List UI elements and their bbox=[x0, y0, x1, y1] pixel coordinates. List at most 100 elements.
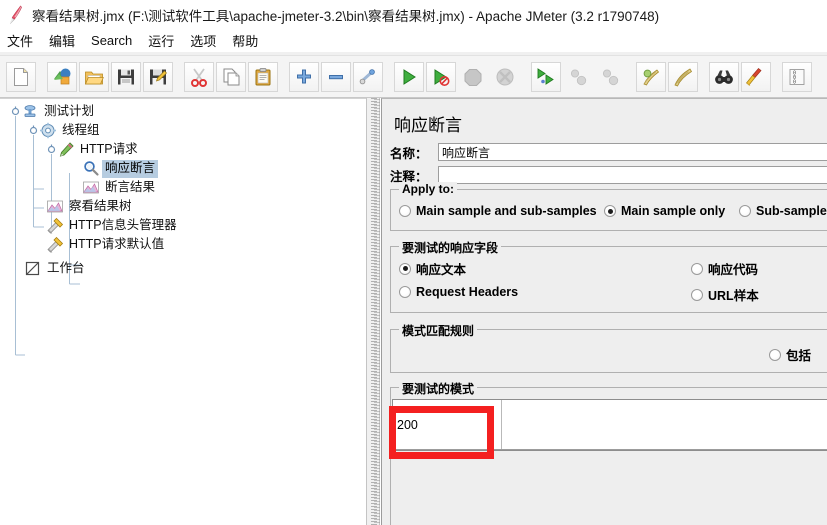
radio-button-icon[interactable] bbox=[739, 205, 751, 217]
toolbar-cut[interactable] bbox=[184, 61, 214, 92]
toolbar-new[interactable] bbox=[6, 61, 36, 92]
tree-label: 响应断言 bbox=[102, 159, 159, 178]
tree-node-assertion-results[interactable]: 断言结果 bbox=[0, 178, 366, 197]
remote-stop-icon bbox=[568, 67, 588, 87]
radio-button-icon[interactable] bbox=[399, 262, 411, 275]
toolbar-start-no-timers[interactable] bbox=[426, 61, 456, 92]
radio-button-icon[interactable] bbox=[604, 205, 616, 217]
templates-icon bbox=[52, 67, 72, 87]
apply-to-group-title: Apply to: bbox=[399, 182, 457, 196]
radio-button-icon[interactable] bbox=[691, 262, 703, 275]
tree-node-workbench[interactable]: 工作台 bbox=[0, 259, 366, 278]
toolbar-open[interactable] bbox=[79, 61, 109, 92]
pattern-rules-groupbox: 模式匹配规则 包括 bbox=[390, 322, 827, 373]
toolbar-clear[interactable] bbox=[636, 61, 666, 92]
toolbar-search[interactable] bbox=[709, 61, 739, 92]
menu-file[interactable]: 文件 bbox=[0, 30, 41, 52]
radio-url-sample[interactable]: URL样本 bbox=[691, 285, 759, 304]
menu-edit[interactable]: 编辑 bbox=[41, 30, 83, 52]
name-input[interactable]: 响应断言 bbox=[438, 143, 827, 161]
table-row-separator bbox=[393, 449, 827, 450]
toolbar-toggle[interactable] bbox=[353, 61, 383, 92]
toolbar-clear-all[interactable] bbox=[668, 61, 698, 92]
tree-node-http-header-manager[interactable]: HTTP信息头管理器 bbox=[0, 216, 366, 235]
tree-label: HTTP请求默认值 bbox=[69, 236, 165, 251]
menu-search[interactable]: Search bbox=[83, 32, 140, 50]
toolbar-save[interactable] bbox=[111, 61, 141, 92]
menu-run[interactable]: 运行 bbox=[140, 30, 182, 52]
search-binoculars-icon bbox=[714, 67, 734, 87]
toolbar-copy[interactable] bbox=[216, 61, 246, 92]
toolbar-remote-shutdown bbox=[595, 62, 625, 92]
tree-label: 线程组 bbox=[62, 122, 100, 137]
radio-label: 包括 bbox=[786, 349, 812, 363]
radio-main-only[interactable]: Main sample only bbox=[604, 204, 725, 218]
test-plan-tree-panel[interactable]: 测试计划 线程组 HTTP请求 响应断言 断言结果 察看结果树 HTTP信息头管… bbox=[0, 98, 366, 525]
page-title: 响应断言 bbox=[394, 116, 462, 135]
save-as-icon bbox=[148, 67, 168, 87]
clear-icon bbox=[641, 67, 661, 87]
radio-main-and-sub[interactable]: Main sample and sub-samples bbox=[399, 204, 597, 218]
remote-start-icon bbox=[536, 67, 556, 87]
header-manager-icon bbox=[46, 217, 64, 234]
svg-text:0: 0 bbox=[793, 79, 796, 85]
toggle-icon bbox=[358, 67, 378, 87]
toolbar-remote-start-all[interactable] bbox=[531, 61, 561, 92]
menu-options[interactable]: 选项 bbox=[182, 30, 224, 52]
test-plan-tree[interactable]: 测试计划 线程组 HTTP请求 响应断言 断言结果 察看结果树 HTTP信息头管… bbox=[0, 102, 366, 278]
start-play-icon bbox=[399, 67, 419, 87]
main-split-pane: 测试计划 线程组 HTTP请求 响应断言 断言结果 察看结果树 HTTP信息头管… bbox=[0, 98, 827, 525]
toolbar-separator bbox=[772, 62, 781, 92]
comment-input[interactable] bbox=[438, 166, 827, 184]
expand-handle-icon[interactable] bbox=[28, 125, 39, 136]
tree-label: 察看结果树 bbox=[69, 198, 132, 213]
toolbar-start[interactable] bbox=[394, 61, 424, 92]
toolbar-collapse-all[interactable] bbox=[321, 61, 351, 92]
toolbar-expand-all[interactable] bbox=[289, 61, 319, 92]
radio-contains[interactable]: 包括 bbox=[769, 345, 811, 364]
radio-label: 响应代码 bbox=[708, 263, 759, 277]
tree-label: 工作台 bbox=[47, 260, 85, 275]
radio-label: URL样本 bbox=[708, 289, 759, 303]
toolbar-separator bbox=[279, 62, 288, 92]
expand-handle-icon[interactable] bbox=[46, 144, 57, 155]
toolbar-separator bbox=[699, 62, 708, 92]
radio-sub-samples[interactable]: Sub-samples bbox=[739, 204, 827, 218]
assertion-icon bbox=[82, 160, 100, 177]
radio-button-icon[interactable] bbox=[399, 286, 411, 298]
tree-node-view-results-tree[interactable]: 察看结果树 bbox=[0, 197, 366, 216]
patterns-to-test-cell[interactable]: 200 bbox=[393, 400, 501, 450]
radio-response-text[interactable]: 响应文本 bbox=[399, 259, 466, 278]
open-folder-icon bbox=[84, 67, 104, 87]
name-field-row: 名称： 响应断言 bbox=[390, 142, 827, 162]
toolbar-function-helper[interactable]: 0 0 0 bbox=[782, 61, 812, 92]
radio-button-icon[interactable] bbox=[399, 205, 411, 217]
toolbar-paste[interactable] bbox=[248, 61, 278, 92]
table-column-divider[interactable] bbox=[501, 400, 502, 450]
new-document-icon bbox=[11, 67, 31, 87]
tree-node-thread-group[interactable]: 线程组 bbox=[0, 121, 366, 140]
tree-node-response-assertion[interactable]: 响应断言 bbox=[0, 159, 366, 178]
toolbar-templates[interactable] bbox=[47, 61, 77, 92]
radio-label: Main sample and sub-samples bbox=[416, 204, 597, 218]
menu-help[interactable]: 帮助 bbox=[224, 30, 266, 52]
radio-button-icon[interactable] bbox=[769, 348, 781, 361]
tree-node-http-request[interactable]: HTTP请求 bbox=[0, 140, 366, 159]
tree-label: 断言结果 bbox=[105, 179, 156, 194]
stop-icon bbox=[463, 67, 483, 87]
split-pane-divider[interactable] bbox=[366, 98, 380, 525]
jmeter-feather-icon bbox=[6, 4, 26, 26]
expand-handle-icon[interactable] bbox=[10, 106, 21, 117]
toolbar-save-as[interactable] bbox=[143, 61, 173, 92]
radio-response-code[interactable]: 响应代码 bbox=[691, 259, 758, 278]
toolbar-reset-search[interactable] bbox=[741, 61, 771, 92]
radio-button-icon[interactable] bbox=[691, 288, 703, 301]
collapse-minus-icon bbox=[326, 67, 346, 87]
radio-label: 响应文本 bbox=[416, 263, 467, 277]
thread-group-icon bbox=[39, 122, 57, 139]
tree-node-test-plan[interactable]: 测试计划 bbox=[0, 102, 366, 121]
tree-node-http-request-defaults[interactable]: HTTP请求默认值 bbox=[0, 235, 366, 254]
http-sampler-icon bbox=[57, 141, 75, 158]
patterns-to-test-table[interactable]: 200 bbox=[392, 399, 827, 451]
radio-request-headers[interactable]: Request Headers bbox=[399, 285, 518, 299]
